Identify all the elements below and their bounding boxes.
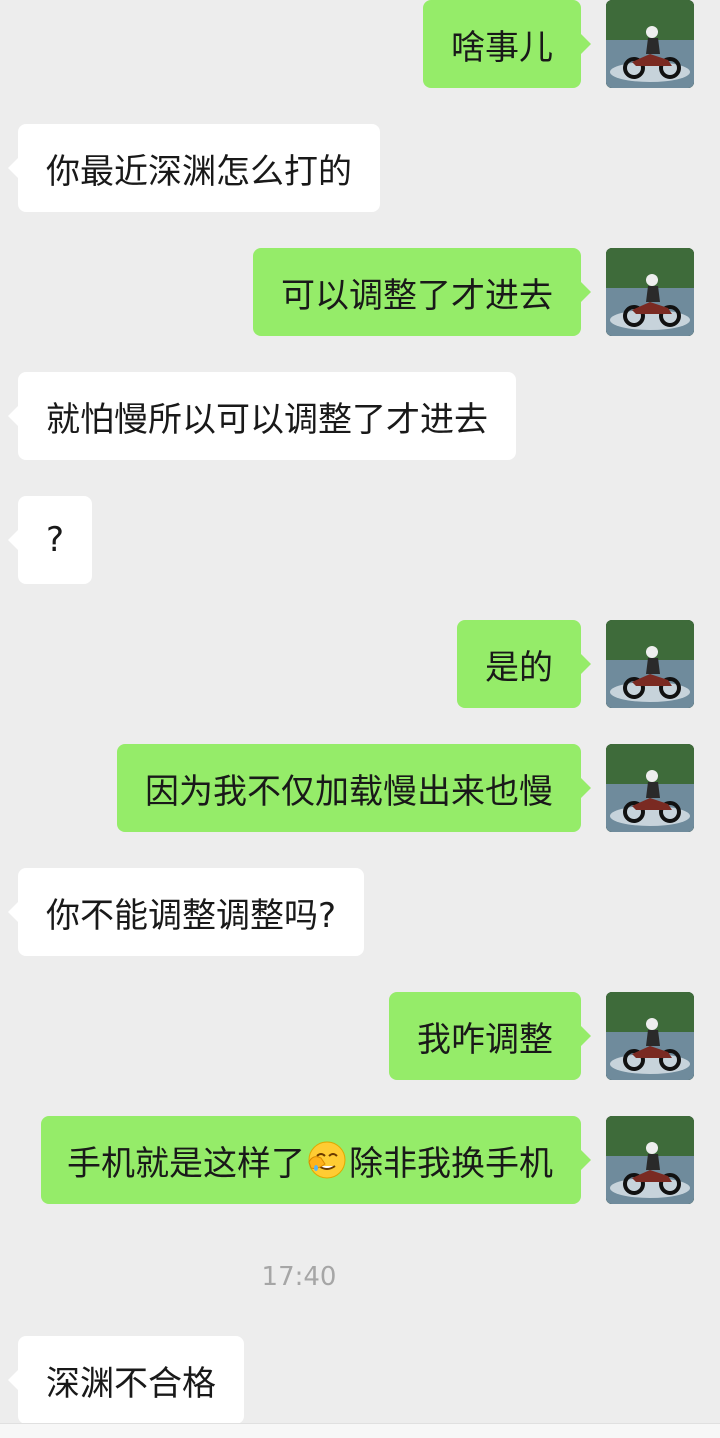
message-row: 我咋调整 [0,992,720,1080]
received-message-bubble[interactable]: ? [7,496,93,584]
message-text: 除非我换手机 [349,1143,553,1184]
sent-message-bubble[interactable]: 手机就是这样了 除非我换手机 [41,1116,591,1204]
message-text: 你最近深渊怎么打的 [46,151,352,192]
message-row: 因为我不仅加载慢出来也慢 [0,744,720,832]
message-text: 我咋调整 [417,1019,553,1060]
message-row: 就怕慢所以可以调整了才进去 [0,372,720,460]
message-row: 啥事儿 [0,0,720,88]
motorcycle-rider-icon [606,0,694,88]
motorcycle-rider-icon [606,992,694,1080]
motorcycle-rider-icon [606,620,694,708]
received-message-bubble[interactable]: 你最近深渊怎么打的 [8,124,380,212]
input-bar-edge [0,1423,720,1438]
avatar[interactable] [606,0,694,88]
avatar[interactable] [606,744,694,832]
chat-history[interactable]: 啥事儿 你最近深渊怎么打的 可以调整了才进去 就怕慢所以可以调整了才进去 ? 是… [0,0,720,1438]
message-text: ? [46,520,65,560]
received-message-bubble[interactable]: 深渊不合格 [8,1336,244,1424]
message-text: 你不能调整调整吗? [46,895,337,936]
motorcycle-rider-icon [606,744,694,832]
sent-message-bubble[interactable]: 可以调整了才进去 [253,248,591,336]
message-text: 就怕慢所以可以调整了才进去 [46,399,488,440]
message-row: 可以调整了才进去 [0,248,720,336]
received-message-bubble[interactable]: 就怕慢所以可以调整了才进去 [8,372,516,460]
avatar[interactable] [606,248,694,336]
message-text: 手机就是这样了 [67,1143,305,1184]
message-text: 深渊不合格 [46,1363,216,1404]
sent-message-bubble[interactable]: 因为我不仅加载慢出来也慢 [117,744,591,832]
message-text: 因为我不仅加载慢出来也慢 [145,771,553,812]
avatar[interactable] [606,1116,694,1204]
sent-message-bubble[interactable]: 啥事儿 [423,0,591,88]
message-row: 是的 [0,620,720,708]
facepalm-emoji-icon [308,1141,346,1179]
message-row: ? [0,496,720,584]
message-row: 深渊不合格 [0,1336,720,1424]
message-timestamp: 17:40 [261,1262,337,1292]
message-text: 啥事儿 [451,27,553,68]
received-message-bubble[interactable]: 你不能调整调整吗? [7,868,365,956]
message-text: 是的 [485,647,553,688]
message-text: 可以调整了才进去 [281,275,553,316]
motorcycle-rider-icon [606,1116,694,1204]
sent-message-bubble[interactable]: 我咋调整 [389,992,591,1080]
message-row: 手机就是这样了 除非我换手机 [0,1116,720,1204]
message-row: 你不能调整调整吗? [0,868,720,956]
message-row: 你最近深渊怎么打的 [0,124,720,212]
motorcycle-rider-icon [606,248,694,336]
avatar[interactable] [606,620,694,708]
avatar[interactable] [606,992,694,1080]
sent-message-bubble[interactable]: 是的 [457,620,591,708]
